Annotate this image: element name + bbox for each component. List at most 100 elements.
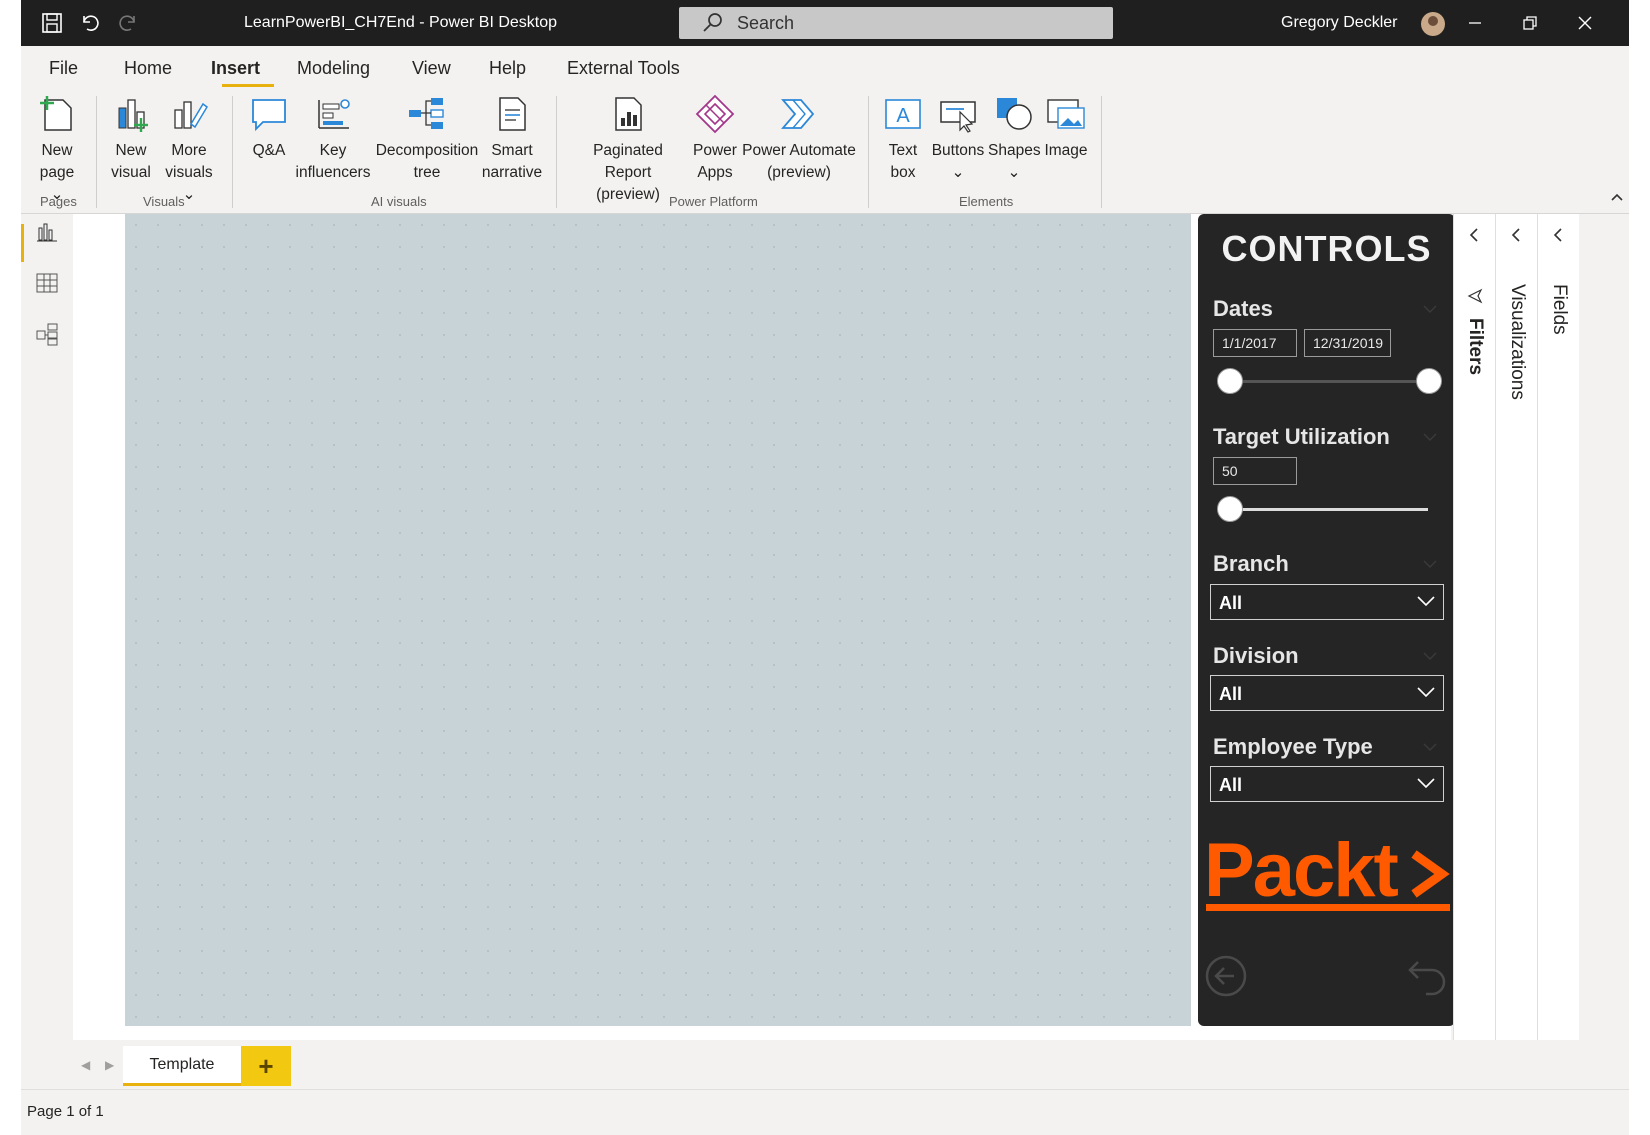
restore-icon[interactable] xyxy=(1515,8,1545,38)
controls-title: CONTROLS xyxy=(1221,228,1432,269)
text-box-button[interactable]: A Text box xyxy=(881,94,925,184)
chevron-left-icon[interactable] xyxy=(1467,228,1481,242)
menu-bar: File Home Insert Modeling View Help Exte… xyxy=(21,46,1629,90)
new-visual-icon xyxy=(118,99,148,132)
chevron-down-icon[interactable] xyxy=(1423,742,1437,752)
chevron-down-icon[interactable] xyxy=(1423,559,1437,569)
chevron-down-icon[interactable] xyxy=(1423,432,1437,442)
group-pages-label: Pages xyxy=(40,194,77,209)
page-tab-bar: ◀ ▶ Template + xyxy=(73,1040,1451,1089)
page-tab-label: Template xyxy=(149,1056,215,1073)
window-title: LearnPowerBI_CH7End - Power BI Desktop xyxy=(244,14,558,31)
menu-view[interactable]: View xyxy=(412,58,451,79)
reset-icon[interactable] xyxy=(1406,954,1450,998)
image-button[interactable]: Image xyxy=(1042,94,1090,162)
target-utilization-input[interactable]: 50 xyxy=(1213,457,1297,485)
add-page-button[interactable]: + xyxy=(241,1046,291,1086)
filter-icon xyxy=(1467,288,1483,304)
paginated-report-button[interactable]: Paginated Report (preview) xyxy=(568,94,688,206)
group-ai-visuals-label: AI visuals xyxy=(371,194,427,209)
search-icon xyxy=(701,11,725,40)
start-date-input[interactable]: 1/1/2017 xyxy=(1213,329,1297,357)
avatar[interactable] xyxy=(1421,12,1445,36)
report-canvas[interactable] xyxy=(125,214,1191,1026)
key-influencers-button[interactable]: Key influencers xyxy=(293,94,373,184)
key-influencers-icon xyxy=(318,99,350,129)
ribbon: New page ⌄ Pages New visual More visuals… xyxy=(21,90,1629,214)
decomposition-tree-label-1: Decomposition xyxy=(375,142,479,159)
menu-insert[interactable]: Insert xyxy=(211,58,260,79)
fields-pane[interactable]: Fields xyxy=(1537,214,1579,1040)
chevron-down-icon[interactable] xyxy=(1423,651,1437,661)
date-slider-start-handle[interactable] xyxy=(1217,368,1243,394)
active-view-indicator xyxy=(21,224,24,262)
shapes-label-2: ⌄ xyxy=(1007,164,1021,181)
chevron-left-icon[interactable] xyxy=(1551,228,1565,242)
collapse-ribbon-icon[interactable] xyxy=(1611,188,1623,204)
utilization-slider-track[interactable] xyxy=(1228,508,1428,511)
date-slider-end-handle[interactable] xyxy=(1416,368,1442,394)
date-slider-track[interactable] xyxy=(1228,380,1428,383)
chevron-down-icon xyxy=(1417,778,1435,789)
filters-pane[interactable]: Filters xyxy=(1453,214,1495,1040)
menu-home[interactable]: Home xyxy=(124,58,172,79)
chevron-down-icon xyxy=(1417,687,1435,698)
report-view-icon[interactable] xyxy=(35,220,59,244)
utilization-slider-handle[interactable] xyxy=(1217,496,1243,522)
employee-type-dropdown[interactable]: All xyxy=(1210,766,1444,802)
target-utilization-title: Target Utilization xyxy=(1213,424,1390,449)
more-visuals-button[interactable]: More visuals ⌄ xyxy=(157,94,221,206)
group-separator xyxy=(1101,96,1102,208)
chevron-right-icon[interactable]: ▶ xyxy=(105,1058,114,1072)
shapes-button[interactable]: Shapes ⌄ xyxy=(988,94,1041,184)
decomposition-tree-button[interactable]: Decomposition tree xyxy=(374,94,480,184)
key-influencers-label-2: influencers xyxy=(295,164,371,181)
image-label: Image xyxy=(1044,142,1088,159)
data-view-icon[interactable] xyxy=(35,271,59,295)
page-tab-template[interactable]: Template xyxy=(123,1046,241,1086)
packt-logo: Packt xyxy=(1204,832,1450,913)
power-apps-label-1: Power xyxy=(693,142,737,159)
chevron-left-icon[interactable] xyxy=(1509,228,1523,242)
menu-external-tools[interactable]: External Tools xyxy=(567,58,680,79)
buttons-button[interactable]: Buttons ⌄ xyxy=(930,94,986,184)
chevron-left-icon[interactable]: ◀ xyxy=(81,1058,90,1072)
division-dropdown[interactable]: All xyxy=(1210,675,1444,711)
save-icon[interactable] xyxy=(39,10,65,36)
status-bar: Page 1 of 1 xyxy=(21,1089,1629,1135)
close-icon[interactable] xyxy=(1570,8,1600,38)
visualizations-pane[interactable]: Visualizations xyxy=(1495,214,1537,1040)
smart-narrative-button[interactable]: Smart narrative xyxy=(481,94,543,184)
menu-modeling[interactable]: Modeling xyxy=(297,58,370,79)
model-view-icon[interactable] xyxy=(35,322,59,346)
svg-text:Packt: Packt xyxy=(1204,832,1398,913)
new-page-button[interactable]: New page ⌄ xyxy=(33,94,81,206)
power-automate-icon xyxy=(781,99,815,129)
qa-icon xyxy=(252,99,286,132)
chevron-down-icon[interactable] xyxy=(1423,304,1437,314)
undo-icon[interactable] xyxy=(77,10,103,36)
redo-icon[interactable] xyxy=(115,10,141,36)
division-value: All xyxy=(1219,684,1243,704)
menu-file[interactable]: File xyxy=(49,58,78,79)
minimize-icon[interactable] xyxy=(1460,8,1490,38)
filters-label: Filters xyxy=(1465,318,1486,376)
power-apps-button[interactable]: Power Apps xyxy=(690,94,740,184)
menu-help[interactable]: Help xyxy=(489,58,526,79)
new-visual-label-1: New xyxy=(115,142,147,159)
branch-slicer-title: Branch xyxy=(1213,551,1289,576)
new-visual-button[interactable]: New visual xyxy=(109,94,153,184)
svg-text:A: A xyxy=(896,105,910,127)
smart-narrative-icon xyxy=(499,97,526,131)
qa-button[interactable]: Q&A xyxy=(247,94,291,162)
key-influencers-label-1: Key xyxy=(319,142,347,159)
power-automate-button[interactable]: Power Automate (preview) xyxy=(741,94,857,184)
branch-dropdown[interactable]: All xyxy=(1210,584,1444,620)
buttons-icon xyxy=(940,101,976,133)
search-box[interactable]: Search xyxy=(679,7,1113,39)
title-bar: LearnPowerBI_CH7End - Power BI Desktop S… xyxy=(21,0,1629,46)
end-date-input[interactable]: 12/31/2019 xyxy=(1304,329,1391,357)
user-name[interactable]: Gregory Deckler xyxy=(1281,14,1397,32)
back-arrow-icon[interactable] xyxy=(1204,954,1248,998)
new-visual-label-2: visual xyxy=(111,164,151,181)
